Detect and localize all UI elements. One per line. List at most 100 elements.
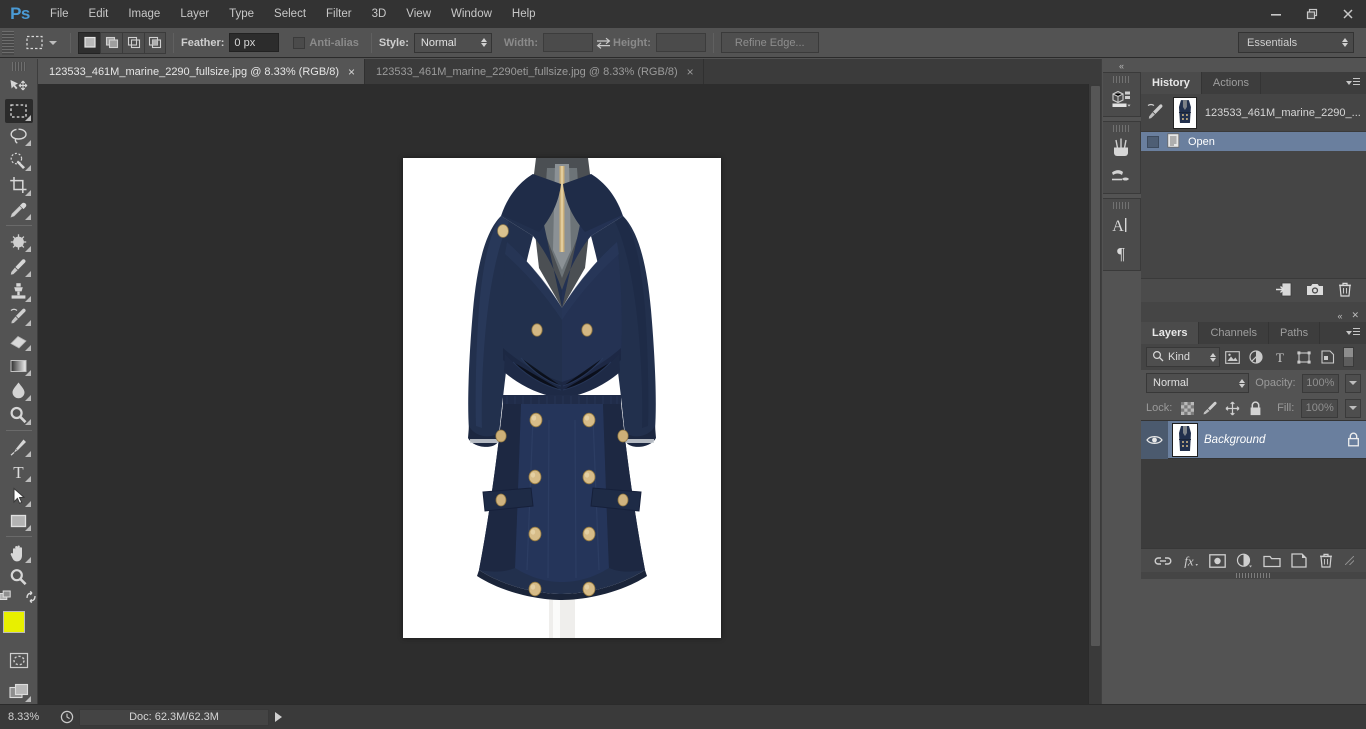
tab-channels[interactable]: Channels — [1199, 322, 1269, 344]
lock-image-pixels-icon[interactable] — [1202, 400, 1218, 417]
menu-type[interactable]: Type — [219, 0, 264, 28]
close-icon[interactable]: × — [687, 66, 694, 78]
expand-panels-icon[interactable]: « — [1102, 59, 1142, 72]
dodge-tool[interactable] — [5, 403, 33, 428]
horizontal-type-tool[interactable]: T — [5, 459, 33, 484]
new-selection-button[interactable] — [78, 31, 100, 54]
paragraph-panel-icon[interactable]: ¶ — [1105, 239, 1137, 267]
eyedropper-tool[interactable] — [5, 198, 33, 223]
eye-icon[interactable] — [1141, 420, 1168, 459]
brush-presets-panel-icon[interactable] — [1105, 134, 1137, 162]
gradient-tool[interactable] — [5, 353, 33, 378]
options-bar-grip[interactable] — [2, 30, 14, 55]
feather-input[interactable] — [229, 33, 280, 52]
dock-grip[interactable] — [1113, 202, 1129, 209]
rectangle-tool[interactable] — [5, 509, 33, 534]
close-icon[interactable] — [1330, 0, 1366, 28]
restore-icon[interactable] — [1294, 0, 1330, 28]
opacity-value[interactable]: 100% — [1301, 373, 1340, 393]
quick-selection-tool[interactable] — [5, 148, 33, 173]
foreground-color-swatch[interactable] — [2, 610, 25, 633]
tab-actions[interactable]: Actions — [1202, 72, 1261, 94]
fill-value[interactable]: 100% — [1301, 398, 1339, 418]
history-state-open[interactable]: Open — [1141, 132, 1366, 151]
menu-file[interactable]: File — [40, 0, 79, 28]
zoom-level[interactable]: 8.33% — [0, 711, 55, 723]
default-colors-icon[interactable] — [24, 590, 38, 607]
pen-tool[interactable] — [5, 434, 33, 459]
panel-bottom-grip[interactable] — [1141, 572, 1366, 579]
change-screen-mode-button[interactable] — [5, 679, 33, 704]
lock-position-icon[interactable] — [1225, 400, 1241, 417]
crop-tool[interactable] — [5, 173, 33, 198]
move-tool[interactable] — [5, 74, 33, 99]
close-icon[interactable]: × — [348, 66, 355, 78]
filter-enable-toggle[interactable] — [1343, 347, 1354, 367]
path-selection-tool[interactable] — [5, 484, 33, 509]
menu-3d[interactable]: 3D — [362, 0, 397, 28]
zoom-tool[interactable] — [5, 565, 33, 590]
menu-window[interactable]: Window — [441, 0, 502, 28]
brush-panel-icon[interactable] — [1105, 162, 1137, 190]
fill-dropdown-button[interactable] — [1345, 398, 1361, 418]
link-layers-icon[interactable] — [1153, 551, 1173, 571]
history-brush-tool[interactable] — [5, 304, 33, 329]
history-snapshot-row[interactable]: 123533_461M_marine_2290_... — [1141, 94, 1366, 132]
opacity-dropdown-button[interactable] — [1345, 373, 1361, 393]
menu-filter[interactable]: Filter — [316, 0, 362, 28]
workspace-switcher[interactable]: Essentials — [1238, 32, 1354, 53]
dock-grip[interactable] — [1113, 76, 1129, 83]
lock-transparent-pixels-icon[interactable] — [1179, 400, 1195, 417]
dock-grip[interactable] — [1113, 125, 1129, 132]
tab-history[interactable]: History — [1141, 72, 1202, 94]
menu-help[interactable]: Help — [502, 0, 546, 28]
create-document-from-state-icon[interactable] — [1275, 282, 1292, 300]
panel-resize-grip[interactable] — [1345, 556, 1355, 565]
scrollbar-thumb[interactable] — [1091, 86, 1100, 646]
width-input[interactable] — [543, 33, 593, 52]
menu-select[interactable]: Select — [264, 0, 316, 28]
clone-stamp-tool[interactable] — [5, 279, 33, 304]
history-panel-menu-icon[interactable] — [1346, 77, 1360, 88]
active-tool-preset-picker[interactable] — [17, 32, 63, 54]
new-adjustment-layer-icon[interactable] — [1234, 551, 1254, 571]
refine-edge-button[interactable]: Refine Edge... — [720, 32, 819, 53]
document-canvas[interactable] — [403, 158, 721, 638]
anti-alias-checkbox[interactable] — [293, 36, 306, 49]
tab-layers[interactable]: Layers — [1141, 322, 1200, 344]
delete-state-icon[interactable] — [1338, 282, 1352, 300]
type-layer-filter-icon[interactable]: T — [1268, 346, 1292, 368]
layers-panel-menu-icon[interactable] — [1346, 327, 1360, 338]
close-panel-icon[interactable]: ✕ — [1351, 310, 1359, 321]
status-expand-arrow[interactable] — [275, 712, 282, 722]
eraser-tool[interactable] — [5, 328, 33, 353]
blend-mode-select[interactable]: Normal — [1146, 373, 1250, 393]
intersect-with-selection-button[interactable] — [144, 31, 166, 54]
new-layer-icon[interactable] — [1289, 551, 1309, 571]
character-panel-icon[interactable]: A — [1105, 211, 1137, 239]
create-new-snapshot-icon[interactable] — [1306, 282, 1324, 299]
edit-in-quick-mask-mode-button[interactable] — [5, 649, 33, 674]
tools-panel-grip[interactable] — [11, 62, 26, 71]
brush-tool[interactable] — [5, 254, 33, 279]
shape-layer-filter-icon[interactable] — [1292, 346, 1316, 368]
rectangular-marquee-tool[interactable] — [4, 98, 33, 124]
layer-style-fx-icon[interactable]: fx — [1180, 551, 1200, 571]
menu-edit[interactable]: Edit — [79, 0, 119, 28]
add-to-selection-button[interactable] — [100, 31, 122, 54]
properties-panel-icon[interactable] — [1105, 85, 1137, 113]
collapse-panels-icon[interactable]: « — [1337, 311, 1342, 321]
adjustment-layer-filter-icon[interactable] — [1244, 346, 1268, 368]
pixel-layer-filter-icon[interactable] — [1220, 346, 1244, 368]
new-group-icon[interactable] — [1262, 551, 1282, 571]
lasso-tool[interactable] — [5, 123, 33, 148]
subtract-from-selection-button[interactable] — [122, 31, 144, 54]
style-select[interactable]: Normal — [413, 32, 492, 53]
edit-toolbar-icon[interactable] — [0, 590, 15, 607]
canvas-area[interactable] — [38, 84, 1101, 704]
smart-object-filter-icon[interactable] — [1316, 346, 1340, 368]
height-input[interactable] — [655, 33, 706, 52]
layer-filter-kind-select[interactable]: Kind — [1146, 347, 1220, 367]
layer-row-background[interactable]: Background — [1141, 420, 1366, 459]
timing-icon[interactable] — [55, 710, 79, 724]
